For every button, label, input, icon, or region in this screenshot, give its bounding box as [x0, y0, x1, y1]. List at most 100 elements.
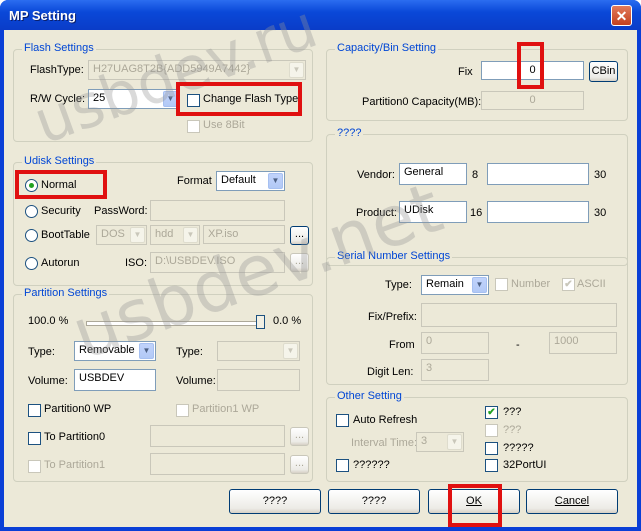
- flash-settings-label: Flash Settings: [22, 42, 96, 54]
- partition-settings-group: Partition Settings 100.0 % 0.0 % Type: R…: [13, 287, 313, 482]
- autorun-radio[interactable]: [25, 257, 38, 270]
- vendor-product-label: ????: [335, 127, 364, 139]
- boot-hdd-value: hdd: [155, 228, 174, 240]
- password-label: PassWord:: [94, 205, 148, 217]
- auto-refresh-label: Auto Refresh: [353, 414, 418, 426]
- number-checkbox: [495, 278, 508, 291]
- cancel-button[interactable]: Cancel: [526, 489, 618, 514]
- rw-cycle-select[interactable]: 25 ▼: [88, 89, 180, 109]
- flash-type-label: FlashType:: [30, 64, 84, 76]
- chevron-down-icon[interactable]: ▼: [472, 277, 487, 293]
- serial-number-label: Serial Number Settings: [335, 250, 453, 262]
- option3b-label: ???: [503, 424, 522, 436]
- to-partition1-input: [150, 453, 285, 475]
- partition-type2-label: Type:: [176, 346, 203, 358]
- password-input: [150, 200, 285, 221]
- use-8bit-checkbox: [187, 120, 200, 133]
- capacity-group: Capacity/Bin Setting Fix 0 CBin Partitio…: [326, 42, 628, 121]
- partition-type2-select: ▼: [217, 341, 300, 361]
- serial-type-value: Remain: [426, 278, 464, 290]
- boottable-radio[interactable]: [25, 229, 38, 242]
- auto-refresh-checkbox[interactable]: [336, 414, 349, 427]
- partition-type-select[interactable]: Removable ▼: [74, 341, 156, 361]
- boot-hdd-select: hdd ▼: [150, 225, 200, 245]
- from-input: 0: [421, 332, 489, 354]
- option3a-label: ???: [503, 406, 522, 418]
- other-setting-group: Other Setting Auto Refresh Interval Time…: [326, 390, 628, 482]
- fix-label: Fix: [458, 66, 473, 78]
- format-label: Format: [177, 175, 212, 187]
- volume2-label: Volume:: [176, 375, 216, 387]
- port32-checkbox[interactable]: [485, 459, 498, 472]
- number-label: Number: [511, 278, 551, 290]
- left-percent: 100.0 %: [28, 315, 69, 327]
- product-input[interactable]: UDisk: [399, 201, 467, 223]
- boot-iso-input: XP.iso: [203, 225, 285, 244]
- question-button-2[interactable]: ????: [328, 489, 420, 514]
- other-setting-label: Other Setting: [335, 390, 404, 402]
- chevron-down-icon: ▼: [289, 62, 304, 78]
- chevron-down-icon: ▼: [283, 343, 298, 359]
- question-button-1[interactable]: ????: [229, 489, 321, 514]
- highlight-fix-value: [517, 42, 544, 89]
- chevron-down-icon[interactable]: ▼: [268, 173, 283, 189]
- product-label: Product:: [356, 207, 397, 219]
- fix-prefix-input: [421, 303, 617, 327]
- range-dash: -: [516, 339, 520, 351]
- partition1-wp-checkbox: [176, 404, 189, 417]
- ascii-label: ASCII: [577, 278, 606, 290]
- option5-checkbox[interactable]: [485, 442, 498, 455]
- volume-input[interactable]: USBDEV: [74, 369, 156, 391]
- fix-prefix-label: Fix/Prefix:: [368, 311, 417, 323]
- to-partition0-checkbox[interactable]: [28, 432, 41, 445]
- interval-select: 3 ▼: [416, 432, 464, 452]
- interval-value: 3: [421, 435, 428, 447]
- option6-label: ??????: [353, 459, 390, 471]
- title-bar[interactable]: MP Setting ✕: [0, 0, 641, 30]
- highlight-ok: [448, 484, 502, 527]
- vendor-product-group: ???? Vendor: General 8 30 Product: UDisk…: [326, 127, 628, 266]
- flash-type-value: H27UAG8T2B{ADD5949A7442}: [93, 63, 251, 75]
- partition-type-value: Removable: [79, 344, 135, 356]
- close-icon[interactable]: ✕: [611, 5, 632, 26]
- vendor-input[interactable]: General: [399, 163, 467, 185]
- to-partition1-browse: ...: [290, 455, 309, 474]
- autorun-label: Autorun: [41, 257, 80, 269]
- to-input: 1000: [549, 332, 617, 354]
- vendor-label: Vendor:: [357, 169, 395, 181]
- digit-len-label: Digit Len:: [367, 366, 414, 378]
- boot-dos-value: DOS: [101, 228, 125, 240]
- chevron-down-icon: ▼: [130, 227, 145, 243]
- option3a-checkbox[interactable]: ✔: [485, 406, 498, 419]
- format-select[interactable]: Default ▼: [216, 171, 285, 191]
- iso-label: ISO:: [125, 257, 148, 269]
- chevron-down-icon: ▼: [447, 434, 462, 450]
- boot-browse-button[interactable]: ...: [290, 226, 309, 245]
- to-partition1-label: To Partition1: [44, 459, 106, 471]
- product-length: 16: [470, 207, 483, 219]
- product-extra-input[interactable]: [487, 201, 589, 223]
- partition-slider-track[interactable]: [86, 321, 263, 326]
- option5-label: ?????: [503, 442, 534, 454]
- vendor-length: 8: [472, 169, 479, 181]
- serial-type-label: Type:: [385, 279, 412, 291]
- security-radio[interactable]: [25, 205, 38, 218]
- vendor-extra-input[interactable]: [487, 163, 589, 185]
- option6-checkbox[interactable]: [336, 459, 349, 472]
- partition0-wp-checkbox[interactable]: [28, 404, 41, 417]
- cbin-button[interactable]: CBin: [589, 61, 618, 82]
- to-partition1-checkbox: [28, 460, 41, 473]
- serial-type-select[interactable]: Remain ▼: [421, 275, 489, 295]
- flash-type-select: H27UAG8T2B{ADD5949A7442} ▼: [88, 60, 306, 80]
- volume2-input: [217, 369, 300, 391]
- partition0-wp-label: Partition0 WP: [44, 403, 112, 415]
- chevron-down-icon[interactable]: ▼: [139, 343, 154, 359]
- product-max: 30: [594, 207, 607, 219]
- partition-slider-thumb[interactable]: [256, 315, 265, 329]
- partition0-capacity-label: Partition0 Capacity(MB):: [362, 96, 482, 108]
- from-label: From: [389, 339, 415, 351]
- to-partition0-label: To Partition0: [44, 431, 106, 443]
- security-label: Security: [41, 205, 81, 217]
- vendor-max: 30: [594, 169, 607, 181]
- rw-cycle-label: R/W Cycle:: [30, 93, 85, 105]
